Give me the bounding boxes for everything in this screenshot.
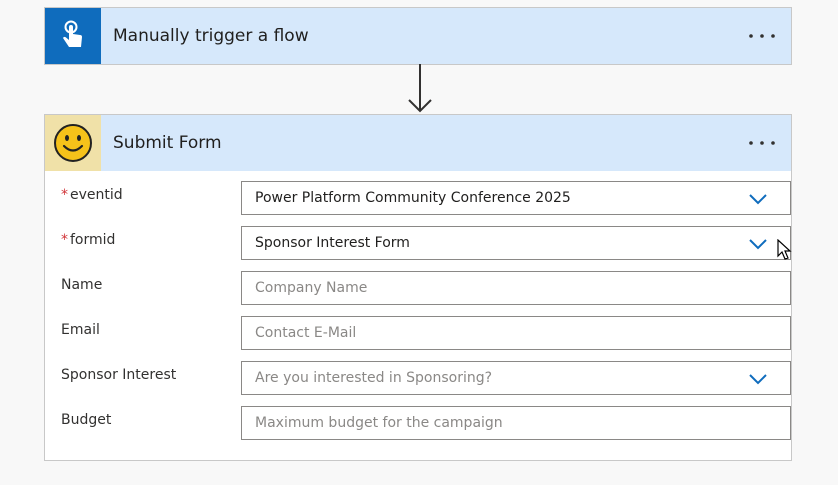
- field-sponsor-interest: Sponsor Interest Are you interested in S…: [61, 361, 791, 406]
- touch-icon: [45, 8, 101, 64]
- field-label-formid: * formid: [61, 232, 116, 248]
- trigger-card[interactable]: Manually trigger a flow: [44, 7, 792, 65]
- connector-arrow-icon: [408, 64, 432, 113]
- field-label-eventid: * eventid: [61, 187, 123, 203]
- submit-form-more-button[interactable]: [747, 129, 777, 157]
- field-label-name: Name: [61, 277, 103, 293]
- trigger-more-button[interactable]: [747, 22, 777, 50]
- email-placeholder: Contact E-Mail: [255, 325, 357, 341]
- sponsor-interest-placeholder: Are you interested in Sponsoring?: [255, 370, 493, 386]
- name-placeholder: Company Name: [255, 280, 368, 296]
- formid-value: Sponsor Interest Form: [255, 235, 410, 251]
- eventid-dropdown[interactable]: Power Platform Community Conference 2025: [241, 181, 791, 215]
- required-marker: *: [61, 187, 68, 203]
- required-marker: *: [61, 232, 68, 248]
- field-label-email: Email: [61, 322, 100, 338]
- budget-placeholder: Maximum budget for the campaign: [255, 415, 503, 431]
- chevron-down-icon[interactable]: [748, 235, 768, 253]
- form-body: * eventid Power Platform Community Confer…: [45, 171, 792, 465]
- field-formid: * formid Sponsor Interest Form: [61, 226, 792, 271]
- formid-dropdown[interactable]: Sponsor Interest Form: [241, 226, 791, 260]
- chevron-down-icon[interactable]: [748, 370, 768, 388]
- field-email: Email Contact E-Mail: [61, 316, 791, 361]
- mouse-cursor-icon: [777, 239, 792, 260]
- email-input[interactable]: Contact E-Mail: [241, 316, 791, 350]
- field-budget: Budget Maximum budget for the campaign: [61, 406, 791, 451]
- smiley-icon: [45, 115, 101, 171]
- more-options-icon: [749, 34, 775, 38]
- trigger-header[interactable]: Manually trigger a flow: [45, 8, 791, 64]
- chevron-down-icon[interactable]: [748, 190, 768, 208]
- budget-input[interactable]: Maximum budget for the campaign: [241, 406, 791, 440]
- field-eventid: * eventid Power Platform Community Confer…: [61, 181, 791, 226]
- field-name: Name Company Name: [61, 271, 791, 316]
- field-label-sponsor-interest: Sponsor Interest: [61, 367, 177, 383]
- submit-form-title: Submit Form: [113, 133, 222, 153]
- name-input[interactable]: Company Name: [241, 271, 791, 305]
- submit-form-header[interactable]: Submit Form: [45, 115, 791, 171]
- trigger-title: Manually trigger a flow: [113, 26, 309, 46]
- more-options-icon: [749, 141, 775, 145]
- eventid-value: Power Platform Community Conference 2025: [255, 190, 571, 206]
- sponsor-interest-dropdown[interactable]: Are you interested in Sponsoring?: [241, 361, 791, 395]
- field-label-budget: Budget: [61, 412, 112, 428]
- submit-form-card: Submit Form * eventid Power Platform Comm…: [44, 114, 792, 461]
